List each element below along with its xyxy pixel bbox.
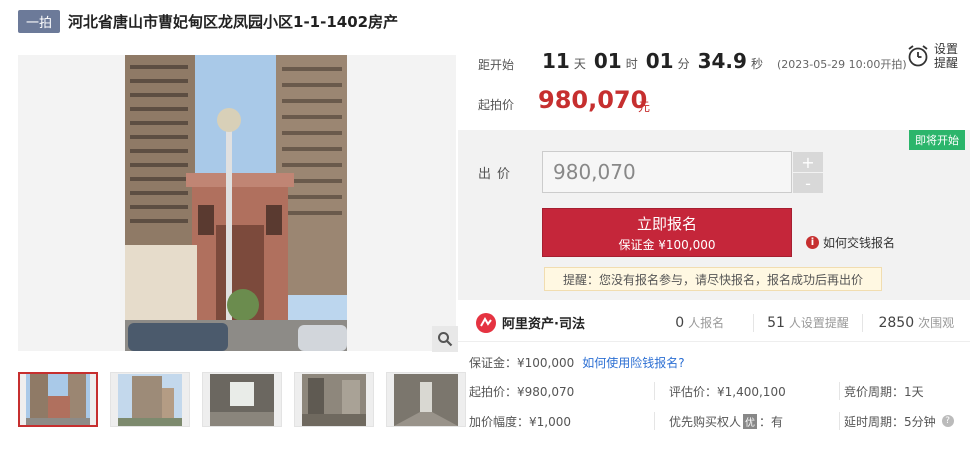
alarm-clock-icon: [908, 45, 928, 67]
thumb-room-hallway: [394, 373, 458, 426]
reminder-tip: 提醒：您没有报名参与，请尽快报名，报名成功后再出价: [544, 267, 882, 291]
countdown-minutes-unit: 分: [677, 57, 690, 71]
thumbnail-strip: [18, 372, 466, 427]
countdown-seconds: 34.9: [697, 49, 747, 73]
thumb-building-front: [26, 374, 90, 425]
signup-count: 0 人报名: [646, 314, 753, 332]
detail-priority-buyer: 优先购买权人优：有: [655, 413, 783, 430]
reminder-count-number: 51: [767, 314, 785, 331]
set-reminder-label: 设置提醒: [934, 42, 959, 70]
view-count-label: 次围观: [918, 315, 955, 330]
bid-amount-input[interactable]: [542, 151, 792, 193]
auction-summary: 距开始 11 天 01 时 01 分 34.9 秒 (2023-05-29 10…: [458, 40, 970, 130]
thumbnail-1[interactable]: [18, 372, 98, 427]
countdown-minutes: 01: [645, 49, 674, 73]
start-price-label: 起拍价: [478, 98, 515, 112]
detail-appraisal-price: 评估价：¥1,400,100: [669, 384, 786, 399]
auction-round-badge: 一拍: [18, 9, 61, 33]
detail-bid-increment: 加价幅度：¥1,000: [469, 414, 571, 429]
thumb-room-window: [210, 373, 274, 426]
countdown-hours: 01: [593, 49, 622, 73]
view-count: 2850 次围观: [861, 313, 970, 332]
status-badge: 即将开始: [909, 130, 965, 150]
main-photo-image: [18, 55, 456, 351]
view-count-number: 2850: [878, 314, 915, 331]
how-to-pay-label: 如何交钱报名: [823, 236, 896, 250]
thumbnail-3[interactable]: [202, 372, 282, 427]
thumb-building-tower: [118, 373, 182, 426]
deposit-row: 保证金：¥100,000 如何使用险钱报名?: [469, 354, 685, 371]
countdown-hours-unit: 时: [625, 57, 638, 71]
countdown-days-unit: 天: [573, 57, 586, 71]
deposit-text: 保证金：¥100,000: [469, 356, 575, 370]
signup-count-label: 人报名: [688, 315, 725, 330]
start-price-unit: 元: [638, 100, 651, 114]
main-photo[interactable]: [18, 55, 456, 351]
how-to-pay-link[interactable]: i 如何交钱报名: [806, 234, 895, 251]
deposit-amount-label: 保证金 ¥100,000: [618, 237, 716, 252]
thumbnail-4[interactable]: [294, 372, 374, 427]
deposit-help-link[interactable]: 如何使用险钱报名?: [582, 354, 684, 371]
decrease-bid-button[interactable]: -: [793, 173, 823, 193]
thumbnail-2[interactable]: [110, 372, 190, 427]
register-now-button[interactable]: 立即报名 保证金 ¥100,000: [542, 208, 792, 257]
brand-logo: 阿里资产·司法: [476, 312, 646, 333]
countdown-label: 距开始: [478, 58, 515, 72]
start-price-value: 980,070: [538, 86, 648, 114]
reminder-count: 51 人设置提醒: [753, 313, 861, 332]
signup-count-number: 0: [675, 314, 685, 331]
countdown-seconds-unit: 秒: [750, 57, 763, 71]
detail-delay-cycle: 延时周期：5分钟: [844, 414, 936, 429]
thumb-room-interior: [302, 373, 366, 426]
set-reminder-button[interactable]: 设置提醒: [906, 42, 962, 70]
detail-bid-cycle: 竞价周期：1天: [844, 384, 924, 399]
bid-panel: 即将开始 出价 + - 立即报名 保证金 ¥100,000 i 如何交钱报名 提…: [458, 130, 970, 300]
reminder-count-label: 人设置提醒: [788, 315, 849, 330]
thumbnail-5[interactable]: [386, 372, 466, 427]
detail-start-price: 起拍价：¥980,070: [469, 384, 575, 399]
info-icon: i: [806, 236, 819, 249]
auction-details: 起拍价：¥980,070 评估价：¥1,400,100 竞价周期：1天 加价幅度…: [469, 376, 964, 436]
priority-buyer-label: 优先购买权人: [669, 414, 742, 429]
increase-bid-button[interactable]: +: [793, 152, 823, 172]
register-now-label: 立即报名: [636, 214, 697, 233]
magnifier-icon: [438, 332, 453, 347]
detail-row: 加价幅度：¥1,000 优先购买权人优：有 延时周期：5分钟?: [469, 406, 964, 436]
countdown-days: 11: [542, 49, 570, 73]
countdown-timer: 11 天 01 时 01 分 34.9 秒 (2023-05-29 10:00开…: [542, 49, 907, 73]
bid-label: 出价: [478, 167, 517, 182]
priority-buyer-value: ：有: [759, 414, 784, 429]
priority-badge: 优: [743, 413, 758, 429]
detail-row: 起拍价：¥980,070 评估价：¥1,400,100 竞价周期：1天: [469, 376, 964, 406]
stats-bar: 阿里资产·司法 0 人报名 51 人设置提醒 2850 次围观: [458, 304, 970, 342]
start-time-note: (2023-05-29 10:00开拍): [776, 58, 907, 71]
ali-assets-logo-icon: [476, 312, 496, 333]
page-title: 河北省唐山市曹妃甸区龙凤园小区1-1-1402房产: [68, 12, 399, 31]
help-question-icon[interactable]: ?: [941, 415, 954, 427]
zoom-button[interactable]: [432, 326, 458, 352]
title-row: 一拍 河北省唐山市曹妃甸区龙凤园小区1-1-1402房产: [18, 9, 398, 33]
brand-name: 阿里资产·司法: [502, 317, 585, 332]
